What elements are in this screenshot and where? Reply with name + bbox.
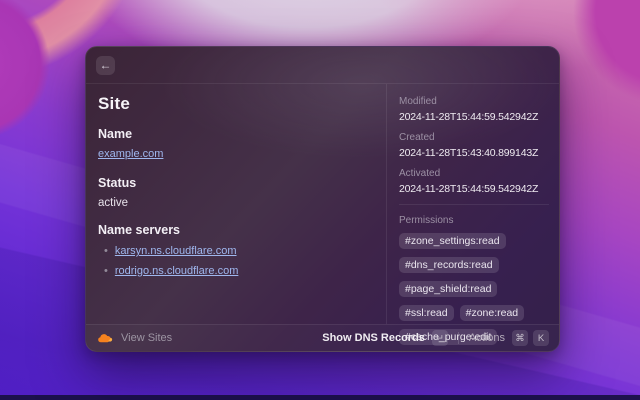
enter-key-icon: ↵ <box>432 330 448 346</box>
permission-tag: #ssl:read <box>399 305 454 321</box>
status-value: active <box>98 197 374 209</box>
screen-edge-strip <box>0 395 640 400</box>
app-context-label: View Sites <box>121 332 172 344</box>
permissions-label: Permissions <box>399 215 549 226</box>
action-bar: View Sites Show DNS Records ↵ Actions ⌘ … <box>86 324 559 351</box>
site-name-link[interactable]: example.com <box>98 148 163 160</box>
permission-tag: #dns_records:read <box>399 257 499 273</box>
nameserver-link[interactable]: rodrigo.ns.cloudflare.com <box>115 265 239 277</box>
page-title: Site <box>98 94 374 114</box>
back-button[interactable]: ← <box>96 56 115 75</box>
metadata-panel: Modified 2024-11-28T15:44:59.542942Z Cre… <box>386 84 559 324</box>
permission-tag: #page_shield:read <box>399 281 497 297</box>
status-heading: Status <box>98 176 374 190</box>
list-item: • karsyn.ns.cloudflare.com <box>104 245 374 257</box>
show-dns-records-button[interactable]: Show DNS Records ↵ <box>322 330 448 346</box>
bullet-icon: • <box>104 266 108 277</box>
nameserver-link[interactable]: karsyn.ns.cloudflare.com <box>115 245 237 257</box>
raycast-window: ← Site Name example.com Status active Na… <box>85 46 560 352</box>
nameserver-list: • karsyn.ns.cloudflare.com • rodrigo.ns.… <box>98 245 374 277</box>
primary-action-label: Show DNS Records <box>322 332 425 344</box>
created-value: 2024-11-28T15:43:40.899143Z <box>399 147 549 159</box>
window-body: Site Name example.com Status active Name… <box>86 84 559 324</box>
actions-button[interactable]: Actions ⌘ K <box>469 330 549 346</box>
modified-label: Modified <box>399 96 549 107</box>
detail-panel: Site Name example.com Status active Name… <box>86 84 386 324</box>
actions-label: Actions <box>469 332 505 344</box>
footer-divider <box>458 332 459 344</box>
nameservers-heading: Name servers <box>98 223 374 237</box>
bullet-icon: • <box>104 246 108 257</box>
activated-label: Activated <box>399 168 549 179</box>
back-arrow-icon: ← <box>100 59 112 71</box>
screen: ← Site Name example.com Status active Na… <box>0 0 640 400</box>
activated-value: 2024-11-28T15:44:59.542942Z <box>399 183 549 195</box>
created-label: Created <box>399 132 549 143</box>
permission-tag: #zone_settings:read <box>399 233 506 249</box>
window-header: ← <box>86 47 559 84</box>
name-heading: Name <box>98 127 374 141</box>
metadata-divider <box>399 204 549 205</box>
modified-value: 2024-11-28T15:44:59.542942Z <box>399 111 549 123</box>
k-key-icon: K <box>533 330 549 346</box>
list-item: • rodrigo.ns.cloudflare.com <box>104 265 374 277</box>
cloudflare-logo-icon <box>96 332 113 344</box>
command-key-icon: ⌘ <box>512 330 528 346</box>
permission-tag: #zone:read <box>460 305 525 321</box>
